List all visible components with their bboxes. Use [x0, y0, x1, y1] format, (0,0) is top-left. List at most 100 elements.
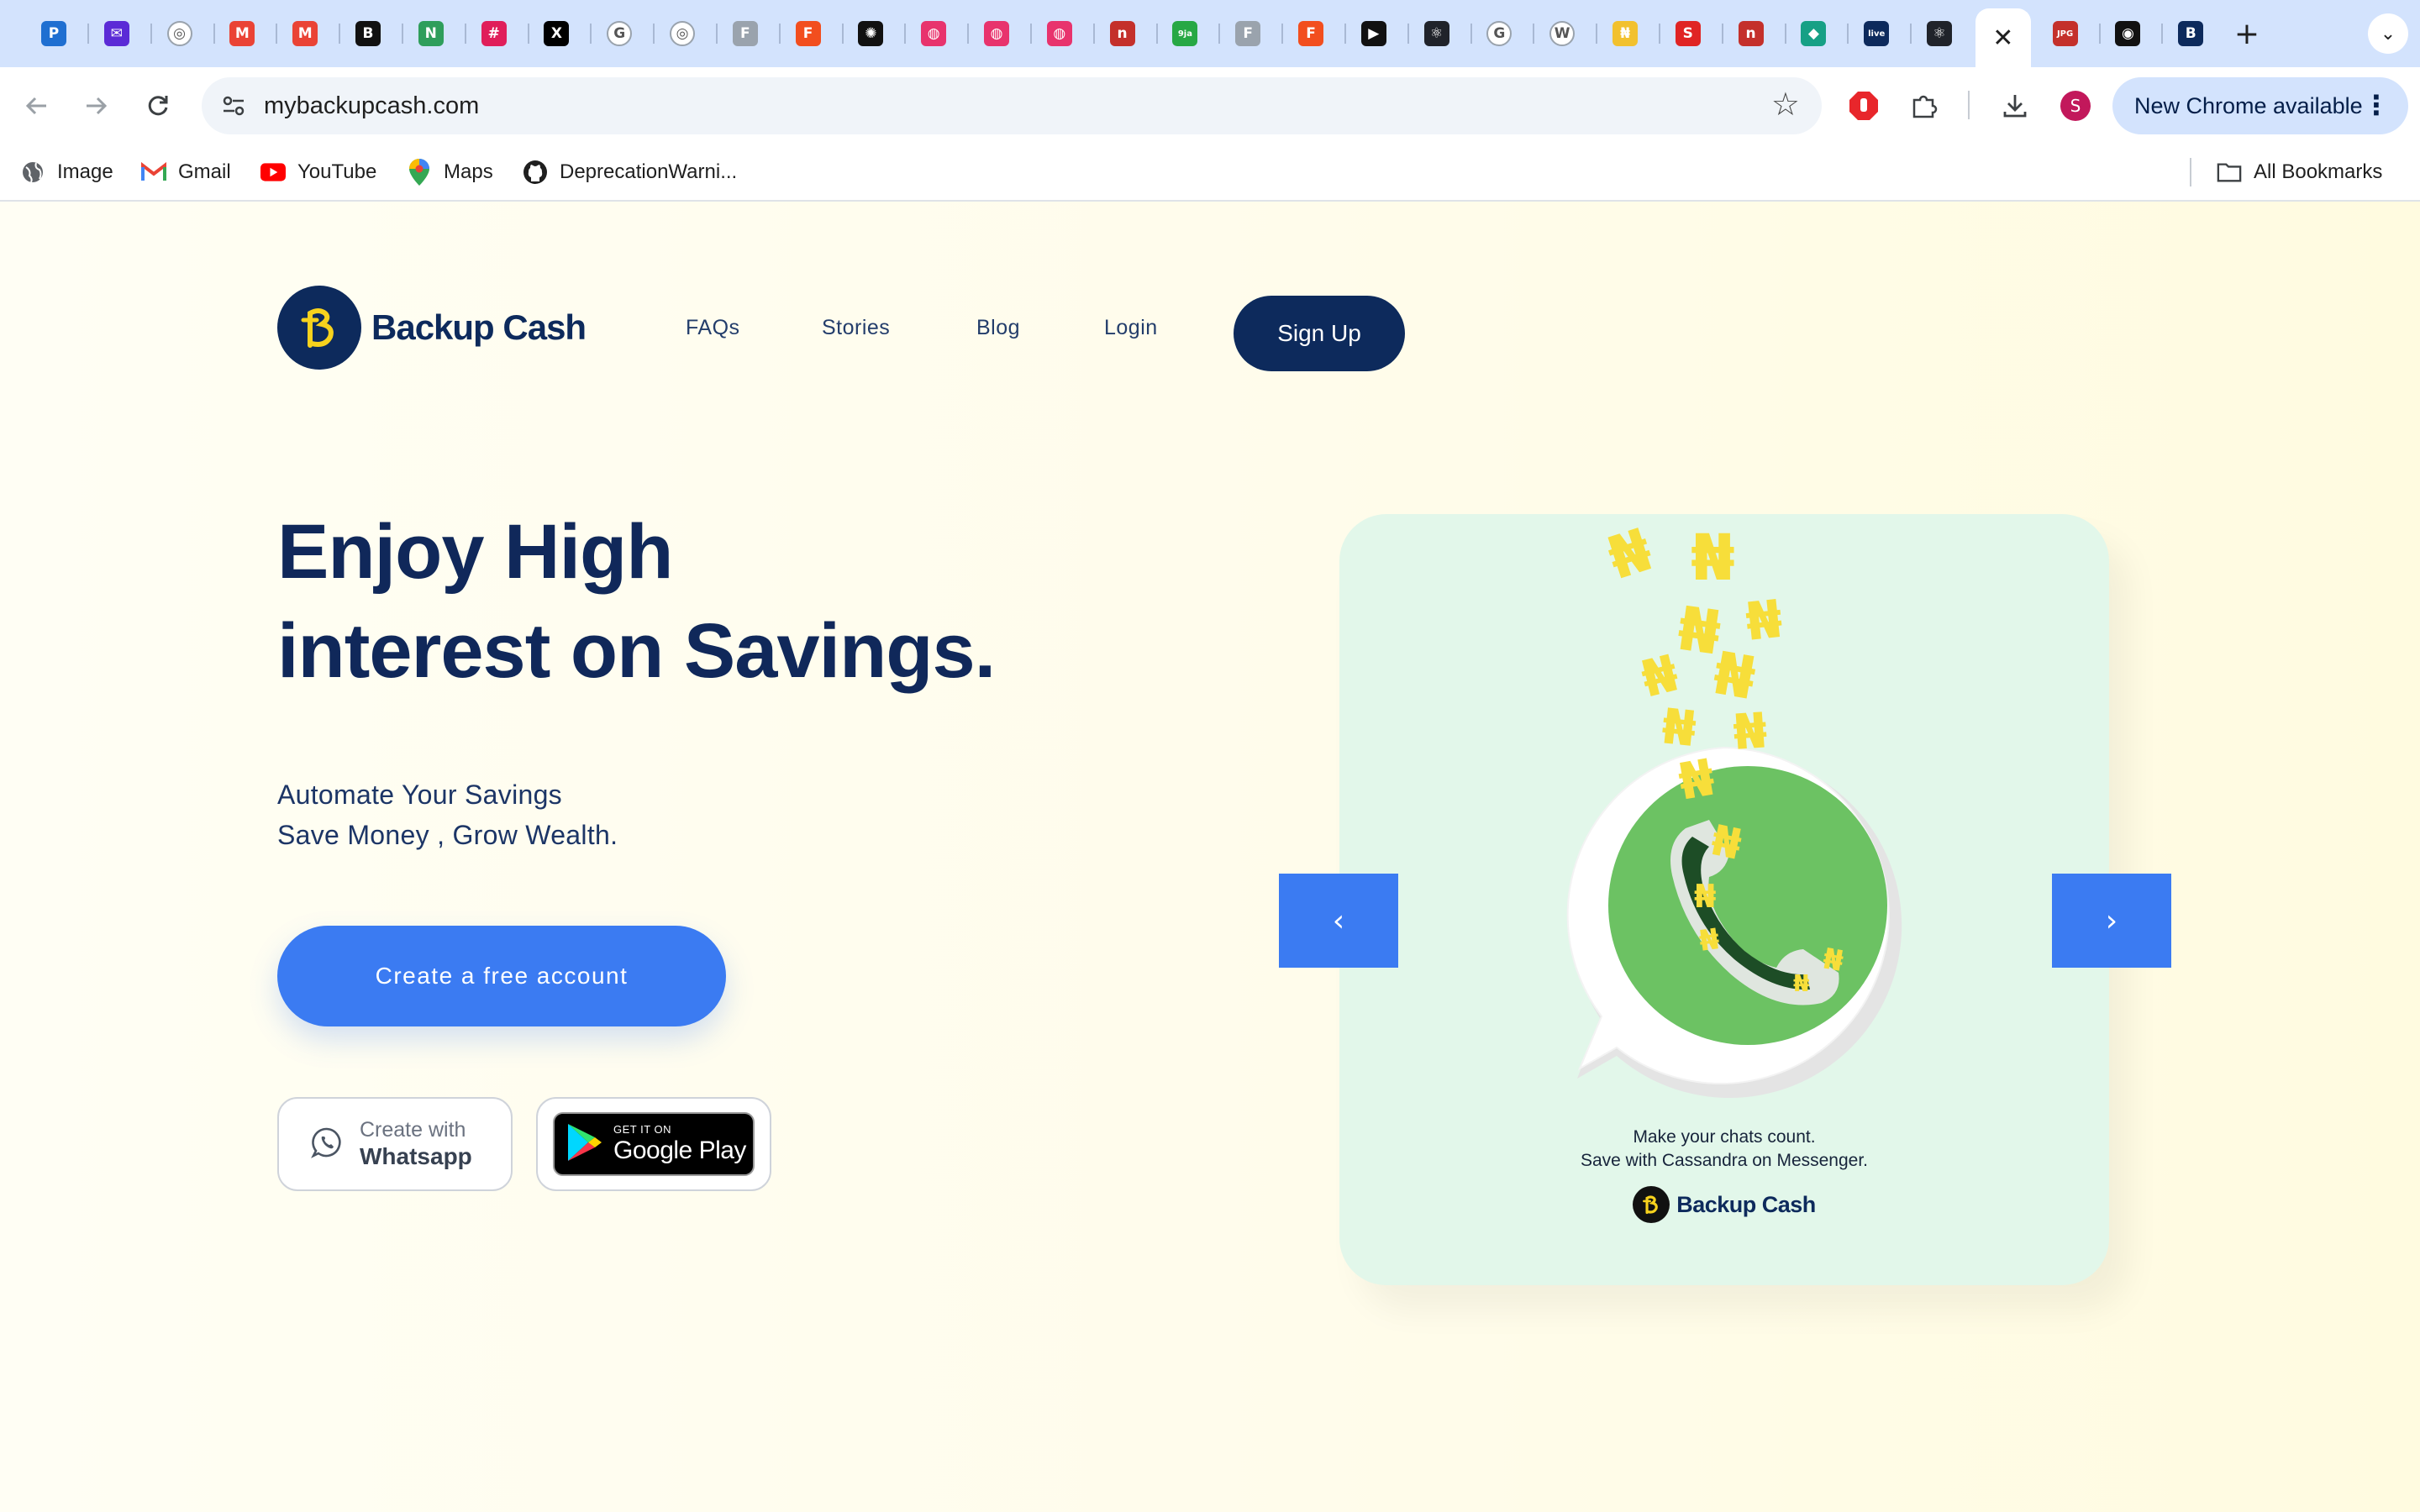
google-play-icon [566, 1122, 603, 1167]
browser-tab[interactable]: JPG [2039, 10, 2092, 57]
browser-tab[interactable]: ◍ [1033, 10, 1086, 57]
browser-tab[interactable]: F [1284, 10, 1338, 57]
chrome-menu-icon[interactable]: ⋮ [2363, 89, 2390, 121]
browser-tab[interactable]: G [592, 10, 646, 57]
backup-cash-icon: B [2178, 21, 2204, 46]
browser-tab[interactable]: B [2164, 10, 2217, 57]
nav-blog[interactable]: Blog [976, 316, 1020, 340]
reload-icon [148, 96, 168, 116]
extensions-puzzle-icon[interactable] [1904, 86, 1944, 126]
browser-tab[interactable]: ▶ [1347, 10, 1401, 57]
browser-tab[interactable]: F [781, 10, 835, 57]
profile-avatar[interactable]: S [2055, 86, 2096, 126]
create-with-whatsapp-button[interactable]: Create with Whatsapp [277, 1097, 513, 1191]
tab-separator [1155, 24, 1158, 44]
bookmark-maps[interactable]: Maps [407, 144, 493, 200]
create-free-account-button[interactable]: Create a free account [277, 926, 726, 1026]
browser-tab[interactable]: ⚛ [1912, 10, 1966, 57]
bookmark-deprecation-warning[interactable]: DeprecationWarni... [523, 144, 737, 200]
browser-tab[interactable]: F [1221, 10, 1275, 57]
google-play-button[interactable]: GET IT ON Google Play [536, 1097, 771, 1191]
browser-tab[interactable]: B [341, 10, 395, 57]
browser-tab[interactable]: M [278, 10, 332, 57]
carousel-prev-button[interactable]: ‹ [1279, 874, 1398, 968]
bookmark-image[interactable]: Image [20, 144, 113, 200]
browser-tab[interactable]: n [1724, 10, 1778, 57]
browser-tab[interactable]: ⚛ [1410, 10, 1464, 57]
dribbble-icon: ◍ [984, 21, 1009, 46]
bookmark-star-icon[interactable]: ☆ [1771, 86, 1800, 123]
browser-tab[interactable]: S [1661, 10, 1715, 57]
browser-tab[interactable]: M [215, 10, 269, 57]
browser-tab[interactable]: 9ja [1158, 10, 1212, 57]
tab-separator [1470, 24, 1472, 44]
browser-tab[interactable]: F [718, 10, 772, 57]
browser-tab[interactable]: ◍ [970, 10, 1023, 57]
bookmark-youtube[interactable]: YouTube [260, 144, 376, 200]
hero-subtitle-line-1: Automate Your Savings [277, 780, 562, 810]
tab-separator [527, 24, 529, 44]
naira-icon: ₦ [1731, 701, 1769, 761]
new-chrome-available-button[interactable]: New Chrome available ⋮ [2112, 77, 2408, 134]
browser-tab[interactable]: # [467, 10, 521, 57]
play-icon: ▶ [1360, 21, 1386, 46]
toolbar-divider [1968, 91, 1970, 119]
reload-button[interactable] [138, 86, 178, 126]
new-tab-button[interactable]: + [2228, 15, 2265, 52]
browser-tab[interactable]: ✉ [90, 10, 144, 57]
google-play-text: GET IT ON Google Play [613, 1123, 746, 1165]
back-button[interactable] [17, 86, 57, 126]
whatsapp-button-text: Create with Whatsapp [360, 1117, 472, 1171]
site-settings-icon[interactable] [217, 89, 250, 123]
browser-tab[interactable]: ₦ [1598, 10, 1652, 57]
downloads-icon[interactable] [1995, 86, 2035, 126]
browser-tab[interactable]: ✺ [844, 10, 897, 57]
close-tab-icon[interactable]: ✕ [1992, 24, 2013, 53]
hero-title-line-1: Enjoy High [277, 509, 673, 595]
all-bookmarks-label: All Bookmarks [2254, 160, 2383, 183]
browser-tab[interactable]: ◎ [655, 10, 709, 57]
slack-icon: # [481, 21, 507, 46]
adblock-extension-icon[interactable] [1844, 86, 1884, 126]
browser-tab[interactable]: N [404, 10, 458, 57]
google-play-badge: GET IT ON Google Play [553, 1112, 755, 1176]
bookmark-gmail[interactable]: Gmail [141, 144, 231, 200]
browser-tab[interactable]: live [1849, 10, 1903, 57]
nav-faqs[interactable]: FAQs [686, 316, 740, 340]
browser-tab[interactable]: ◍ [907, 10, 960, 57]
n-icon: n [1738, 21, 1764, 46]
back-arrow-icon [25, 97, 46, 115]
tab-separator [464, 24, 466, 44]
nav-stories[interactable]: Stories [822, 316, 890, 340]
all-bookmarks-button[interactable]: All Bookmarks [2217, 144, 2382, 200]
browser-tab[interactable]: X [529, 10, 583, 57]
forward-button[interactable] [76, 86, 116, 126]
sign-up-button[interactable]: Sign Up [1234, 296, 1405, 371]
tab-search-button[interactable]: ⌄ [2368, 13, 2408, 54]
bank-icon: ₦ [1612, 21, 1638, 46]
tab-separator [778, 24, 781, 44]
tab-separator [1533, 24, 1535, 44]
browser-tab[interactable]: P [27, 10, 81, 57]
nav-login[interactable]: Login [1104, 316, 1158, 340]
figma-icon: F [795, 21, 821, 46]
gmail-icon: M [292, 21, 318, 46]
dribbble-icon: ◍ [1046, 21, 1072, 46]
backup-cash-logo-icon [277, 286, 361, 370]
browser-tab[interactable]: W [1535, 10, 1589, 57]
browser-tab[interactable]: n [1096, 10, 1150, 57]
tab-separator [1344, 24, 1346, 44]
profile-initial: S [2060, 91, 2091, 121]
browser-tab[interactable]: ◆ [1786, 10, 1840, 57]
carousel-next-button[interactable]: › [2052, 874, 2171, 968]
browser-tab[interactable]: ◉ [2101, 10, 2154, 57]
active-tab[interactable]: ✕ [1975, 8, 2031, 67]
browser-tab[interactable]: ◎ [153, 10, 207, 57]
hero-title-line-2: interest on Savings. [277, 608, 996, 694]
browser-tab[interactable]: G [1472, 10, 1526, 57]
tab-separator [904, 24, 907, 44]
x-icon: X [544, 21, 570, 46]
carousel-slide: ₦ ₦ ₦ ₦ ₦ ₦ ₦ ₦ ₦ ₦ ₦ ₦ ₦ ₦ Make your chats count. Sa… [1339, 514, 2109, 1285]
site-logo[interactable]: Backup Cash [277, 286, 587, 370]
address-bar[interactable]: mybackupcash.com ☆ [202, 77, 1822, 134]
